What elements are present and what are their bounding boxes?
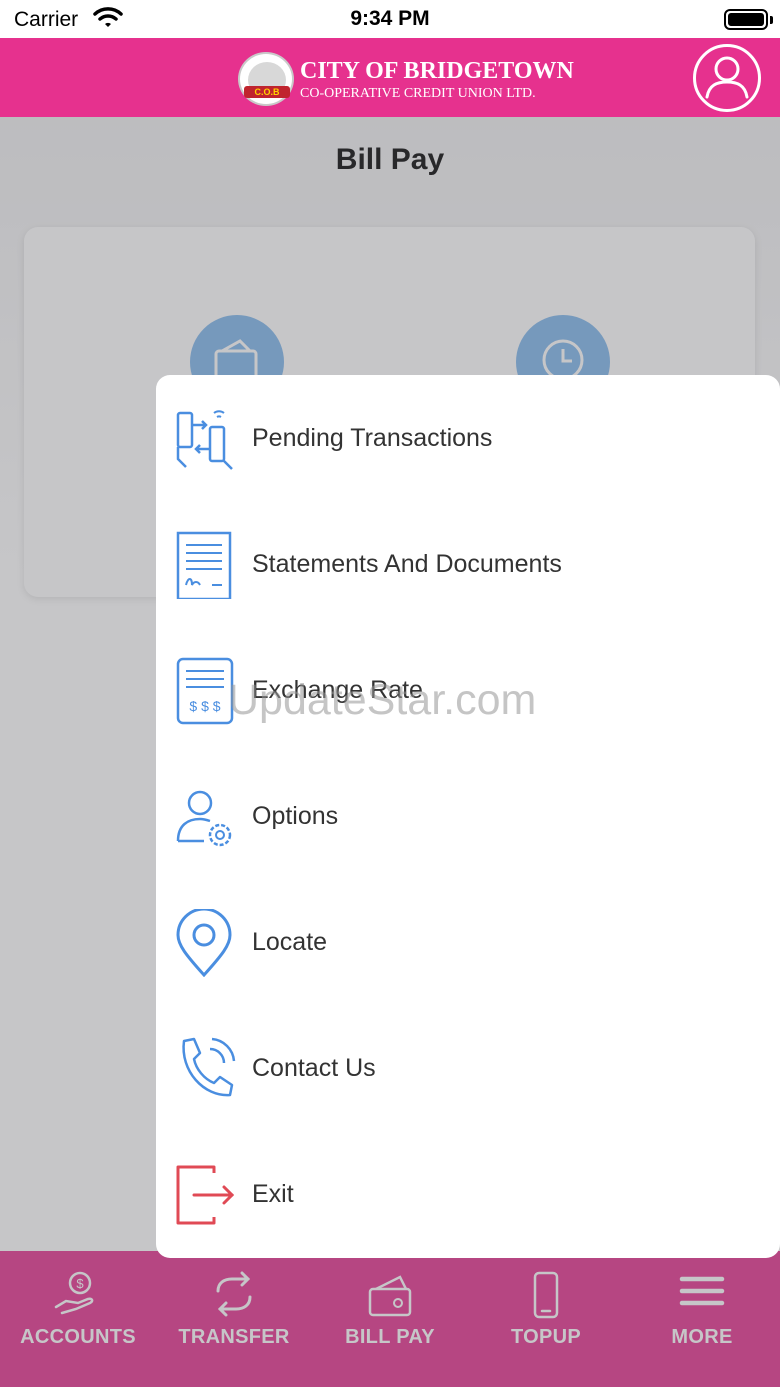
status-bar: Carrier 9:34 PM <box>0 0 780 38</box>
app-header: C.O.B CITY OF BRIDGETOWN CO-OPERATIVE CR… <box>0 38 780 117</box>
statement-document-icon <box>176 531 232 599</box>
phone-call-icon <box>182 1037 236 1097</box>
status-time: 9:34 PM <box>350 7 430 30</box>
logo-seal-icon: C.O.B <box>238 52 294 106</box>
user-profile-icon <box>705 56 749 99</box>
pending-transactions-icon <box>176 410 233 470</box>
menu-item-label: Statements And Documents <box>252 550 562 578</box>
battery-icon <box>724 9 768 30</box>
more-menu: Pending Transactions Statements And Docu… <box>156 375 780 1258</box>
location-pin-icon <box>176 909 232 977</box>
menu-item-contact-us[interactable]: Contact Us <box>156 1006 780 1132</box>
menu-item-label: Options <box>252 802 339 830</box>
svg-text:$ $ $: $ $ $ <box>189 698 220 714</box>
menu-item-pending-transactions[interactable]: Pending Transactions <box>156 376 780 502</box>
menu-item-options[interactable]: Options <box>156 754 780 880</box>
user-settings-icon <box>176 790 232 847</box>
menu-item-locate[interactable]: Locate <box>156 880 780 1006</box>
profile-button[interactable] <box>693 44 761 112</box>
battery-nub <box>770 16 773 24</box>
menu-item-label: Contact Us <box>252 1054 376 1082</box>
logo-title: CITY OF BRIDGETOWN <box>300 58 574 84</box>
menu-item-exit[interactable]: Exit <box>156 1132 780 1258</box>
menu-item-statements-documents[interactable]: Statements And Documents <box>156 502 780 628</box>
menu-item-label: Exit <box>252 1180 294 1208</box>
menu-item-label: Pending Transactions <box>252 424 493 452</box>
logo-badge: C.O.B <box>244 86 290 98</box>
cob-logo: C.O.B CITY OF BRIDGETOWN CO-OPERATIVE CR… <box>238 52 574 106</box>
logo-subtitle: CO-OPERATIVE CREDIT UNION LTD. <box>300 86 536 101</box>
watermark-text: UpdateStar.com <box>228 676 537 724</box>
exit-icon <box>176 1165 235 1225</box>
menu-item-label: Locate <box>252 928 328 956</box>
